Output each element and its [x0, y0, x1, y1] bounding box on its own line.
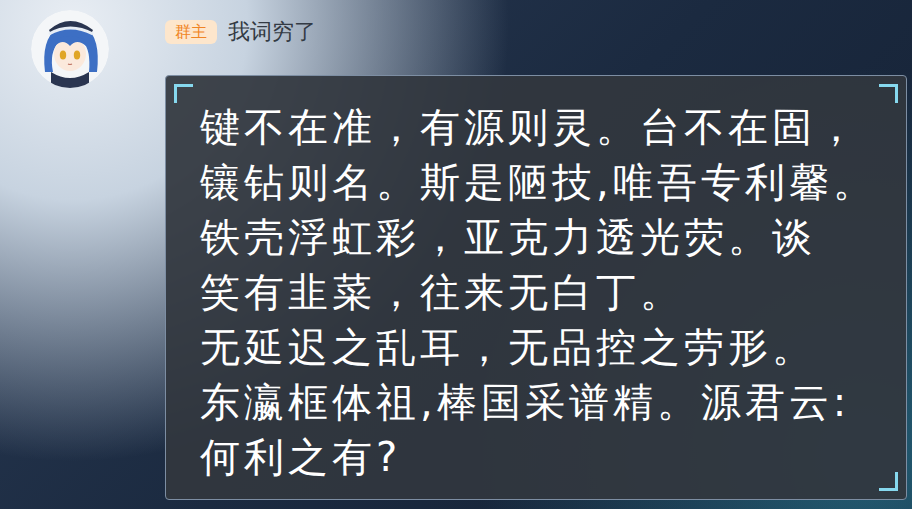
frame-corner-icon — [174, 84, 193, 103]
sender-row: 群主 我词穷了 — [165, 0, 912, 46]
message-line: 键不在准，有源则灵。台不在固， — [200, 100, 902, 155]
owner-badge: 群主 — [165, 20, 217, 44]
message-line: 东瀛框体祖,棒国采谱精。源君云: — [200, 375, 902, 430]
message-bubble[interactable]: 键不在准，有源则灵。台不在固，镶钻则名。斯是陋技,唯吾专利馨。铁壳浮虹彩，亚克力… — [165, 75, 907, 500]
frame-corner-icon — [879, 84, 898, 103]
chat-screen: 群主 我词穷了 键不在准，有源则灵。台不在固，镶钻则名。斯是陋技,唯吾专利馨。铁… — [0, 0, 912, 509]
sender-name[interactable]: 我词穷了 — [228, 19, 316, 45]
message-line: 无延迟之乱耳，无品控之劳形。 — [200, 320, 902, 375]
message-line: 笑有韭菜，往来无白丁。 — [200, 265, 902, 320]
frame-corner-icon — [879, 472, 898, 491]
avatar[interactable] — [31, 10, 109, 88]
avatar-icon — [31, 10, 109, 88]
message-line: 铁壳浮虹彩，亚克力透光荧。谈 — [200, 210, 902, 265]
message-line: 镶钻则名。斯是陋技,唯吾专利馨。 — [200, 155, 902, 210]
message-line: 何利之有? — [200, 430, 902, 485]
